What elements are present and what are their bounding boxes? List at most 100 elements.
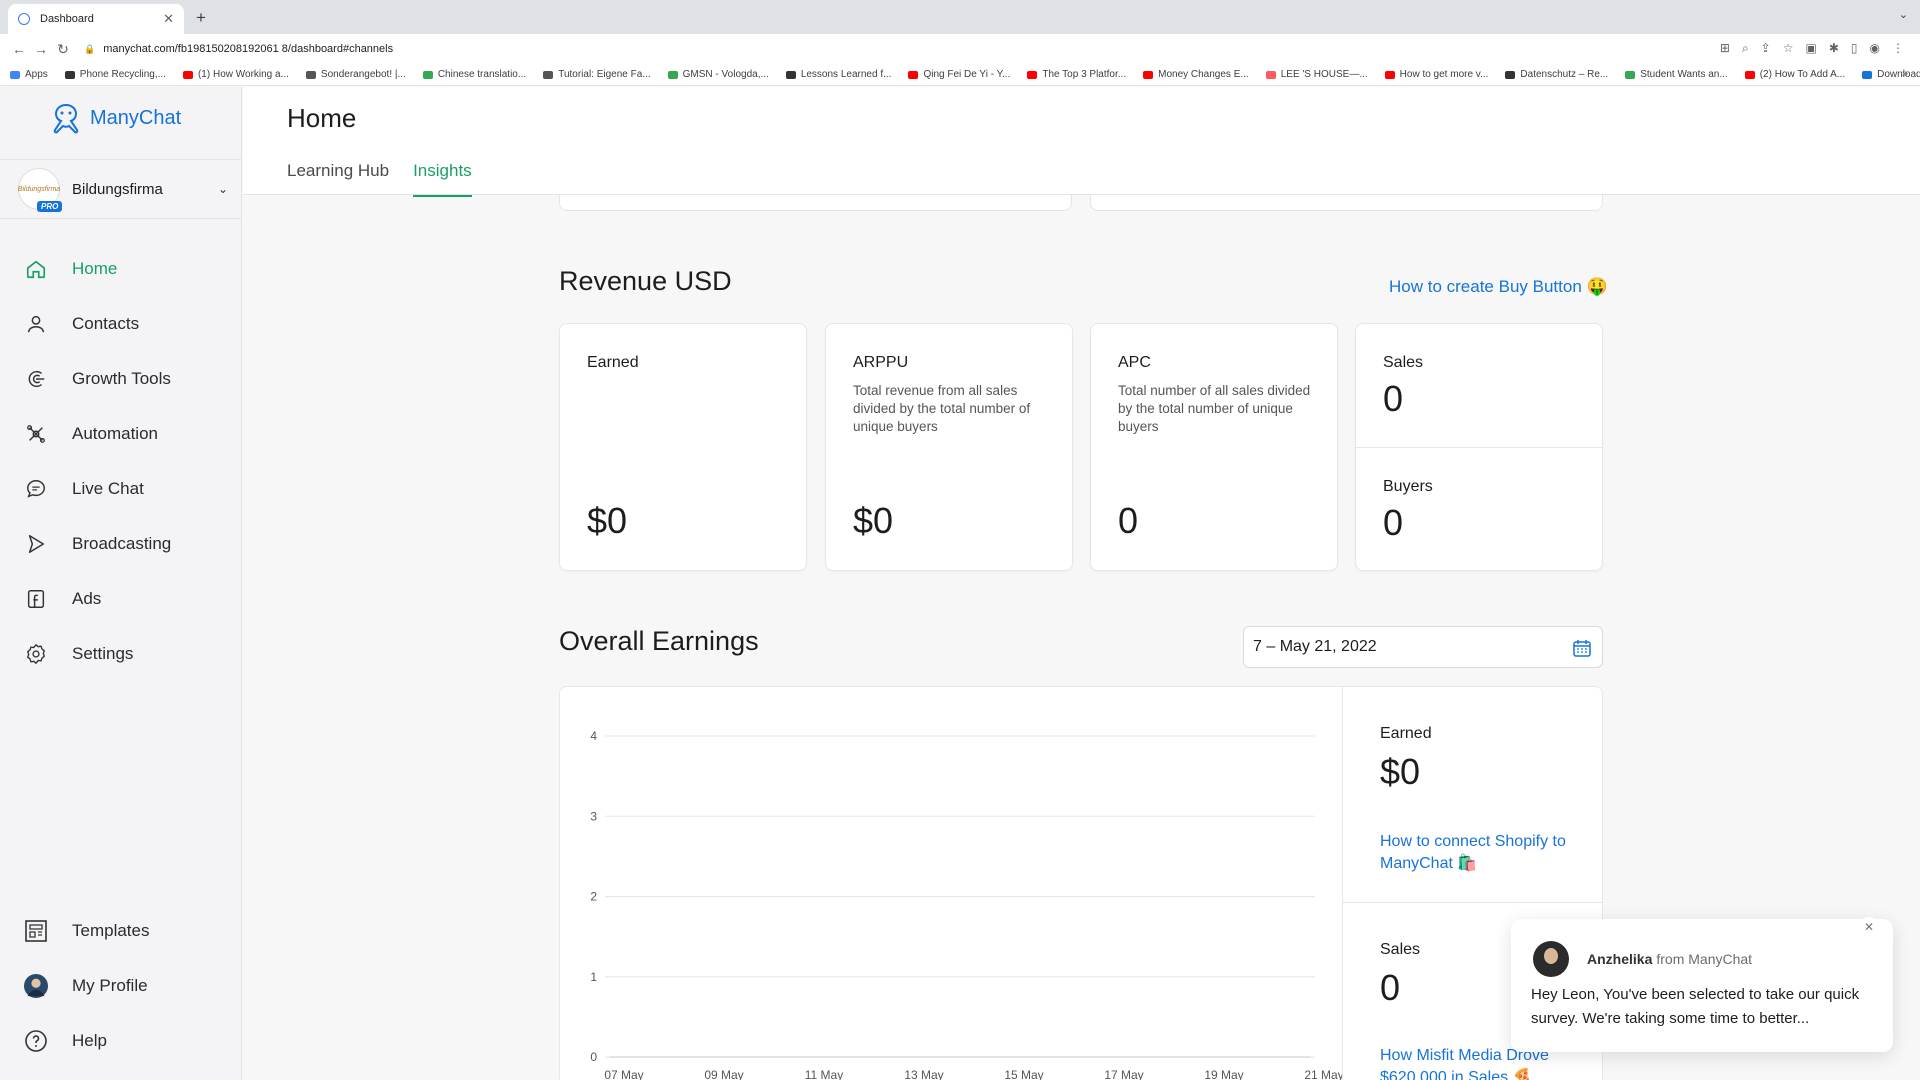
sidebar-item-live-chat[interactable]: Live Chat — [0, 461, 242, 516]
bookmark-item[interactable]: How to get more v... — [1384, 69, 1488, 80]
bookmark-favicon-icon — [1505, 70, 1516, 79]
sidebar-item-label: Settings — [72, 643, 134, 663]
bookmark-label: Student Wants an... — [1640, 69, 1728, 80]
sidepanel-icon[interactable]: ▯ — [1851, 41, 1858, 56]
sales-label: Sales — [1380, 941, 1421, 958]
sidebar-item-ads[interactable]: Ads — [0, 571, 242, 626]
survey-chat-popup[interactable]: ✕ Anzhelika from ManyChat Hey Leon, You'… — [1511, 917, 1893, 1052]
bookmark-item[interactable]: Lessons Learned f... — [785, 69, 891, 80]
close-icon[interactable]: ✕ — [1859, 917, 1879, 937]
bookmark-item[interactable]: Qing Fei De Yi - Y... — [908, 69, 1010, 80]
bookmark-item[interactable]: Tutorial: Eigene Fa... — [543, 69, 651, 80]
puzzle-icon[interactable]: ✱ — [1829, 41, 1839, 56]
globe-icon — [18, 13, 30, 25]
close-icon[interactable]: ✕ — [163, 11, 174, 27]
card-label: APC — [1118, 354, 1151, 371]
bookmark-favicon-icon — [1625, 70, 1636, 79]
card-label: ARPPU — [853, 354, 909, 371]
sidebar-item-label: Broadcasting — [72, 533, 172, 553]
tab-insights[interactable]: Insights — [413, 161, 472, 197]
bookmark-item[interactable]: Phone Recycling,... — [64, 69, 166, 80]
bookmark-item[interactable]: Datenschutz – Re... — [1505, 69, 1608, 80]
zoom-icon[interactable]: ⌕ — [1742, 41, 1749, 56]
earned-value: $0 — [1380, 751, 1421, 792]
calendar-icon[interactable] — [1572, 638, 1592, 663]
sidebar-item-label: Automation — [72, 423, 158, 443]
extension-icon[interactable]: ▣ — [1806, 41, 1817, 56]
bookmark-item[interactable]: Download - Cooki... — [1862, 69, 1920, 80]
address-bar: ← → ↻ 🔒 manychat.com/fb198150208192061 8/… — [0, 34, 1920, 64]
bookmarks-overflow-icon[interactable]: » — [1902, 68, 1908, 80]
share-icon[interactable]: ⇪ — [1761, 41, 1771, 56]
previous-card-bottom — [559, 195, 1072, 211]
url-field[interactable]: 🔒 manychat.com/fb198150208192061 8/dashbo… — [84, 43, 393, 55]
forward-arrow-icon[interactable]: → — [30, 41, 52, 57]
card-divider — [1356, 447, 1602, 448]
sidebar-item-help[interactable]: Help — [0, 1013, 242, 1068]
sidebar-item-label: My Profile — [72, 975, 148, 995]
bookmark-item[interactable]: Sonderangebot! |... — [305, 69, 406, 80]
shopify-help-link[interactable]: How to connect Shopify to ManyChat 🛍️ — [1380, 831, 1580, 875]
chevron-down-icon[interactable]: ⌄ — [218, 182, 228, 196]
bookmark-item[interactable]: Chinese translatio... — [422, 69, 526, 80]
y-tick-label: 0 — [590, 1050, 597, 1064]
star-icon[interactable]: ☆ — [1783, 41, 1794, 56]
arppu-card: ARPPU Total revenue from all sales divid… — [825, 323, 1073, 571]
chat-header: Anzhelika from ManyChat — [1533, 941, 1752, 977]
bookmark-item[interactable]: Student Wants an... — [1625, 69, 1728, 80]
templates-icon — [24, 919, 48, 943]
buy-button-help-link[interactable]: How to create Buy Button 🤑 — [1389, 277, 1608, 297]
bookmark-item[interactable]: The Top 3 Platfor... — [1027, 69, 1126, 80]
account-switcher[interactable]: Bildungsfirma PRO Bildungsfirma ⌄ — [0, 159, 242, 219]
user-icon — [24, 312, 48, 336]
page-title: Home — [287, 103, 357, 133]
back-arrow-icon[interactable]: ← — [8, 41, 30, 57]
chevron-down-icon[interactable]: ⌄ — [1899, 8, 1908, 21]
card-description: Total revenue from all sales divided by … — [853, 383, 1031, 434]
x-tick-label: 07 May — [604, 1068, 643, 1080]
sidebar-item-label: Templates — [72, 920, 150, 940]
card-label: Buyers — [1383, 478, 1433, 495]
y-tick-label: 2 — [590, 890, 597, 904]
bookmark-favicon-icon — [422, 70, 433, 79]
sidebar-item-templates[interactable]: Templates — [0, 903, 242, 958]
brand-logo[interactable]: ManyChat — [48, 101, 181, 135]
bookmarks-bar: Apps Phone Recycling,... (1) How Working a… — [0, 64, 1920, 86]
reload-icon[interactable]: ↻ — [52, 41, 74, 58]
lock-icon: 🔒 — [84, 43, 96, 54]
automation-icon — [24, 422, 48, 446]
x-tick-label: 17 May — [1104, 1068, 1143, 1080]
sidebar-item-home[interactable]: Home — [0, 241, 242, 296]
sidebar-nav: Home Contacts Growth Tools Automation Li… — [0, 241, 242, 681]
browser-tab-dashboard[interactable]: Dashboard ✕ — [8, 4, 184, 34]
bookmark-item[interactable]: GMSN - Vologda,... — [667, 69, 769, 80]
sidebar-item-my-profile[interactable]: My Profile — [0, 958, 242, 1013]
bookmark-label: LEE 'S HOUSE—... — [1280, 69, 1368, 80]
browser-profile-icon[interactable]: ◉ — [1870, 41, 1880, 56]
date-range-picker[interactable]: 7 – May 21, 2022 — [1243, 626, 1603, 668]
date-range-value: 7 – May 21, 2022 — [1253, 638, 1377, 655]
bookmark-item[interactable]: Apps — [10, 69, 48, 80]
y-tick-label: 3 — [590, 809, 597, 823]
new-tab-plus-icon[interactable]: + — [196, 8, 206, 28]
agent-avatar — [1533, 941, 1569, 977]
sidebar-item-settings[interactable]: Settings — [0, 626, 242, 681]
sidebar-item-growth-tools[interactable]: Growth Tools — [0, 351, 242, 406]
sidebar-item-contacts[interactable]: Contacts — [0, 296, 242, 351]
sidebar-item-label: Contacts — [72, 313, 140, 333]
home-icon — [24, 257, 48, 281]
bookmark-favicon-icon — [182, 70, 193, 79]
bookmark-favicon-icon — [785, 70, 796, 79]
bookmark-label: GMSN - Vologda,... — [682, 69, 769, 80]
bookmark-item[interactable]: (2) How To Add A... — [1744, 69, 1845, 80]
sidebar-item-automation[interactable]: Automation — [0, 406, 242, 461]
sidebar-item-label: Live Chat — [72, 478, 144, 498]
sidebar-item-broadcasting[interactable]: Broadcasting — [0, 516, 242, 571]
kebab-menu-icon[interactable]: ⋮ — [1892, 41, 1904, 56]
card-label: Earned — [587, 354, 639, 371]
translate-icon[interactable]: ⊞ — [1720, 41, 1730, 56]
bookmark-item[interactable]: Money Changes E... — [1143, 69, 1249, 80]
bookmark-item[interactable]: (1) How Working a... — [182, 69, 289, 80]
tab-learning-hub[interactable]: Learning Hub — [287, 161, 389, 197]
bookmark-item[interactable]: LEE 'S HOUSE—... — [1265, 69, 1368, 80]
